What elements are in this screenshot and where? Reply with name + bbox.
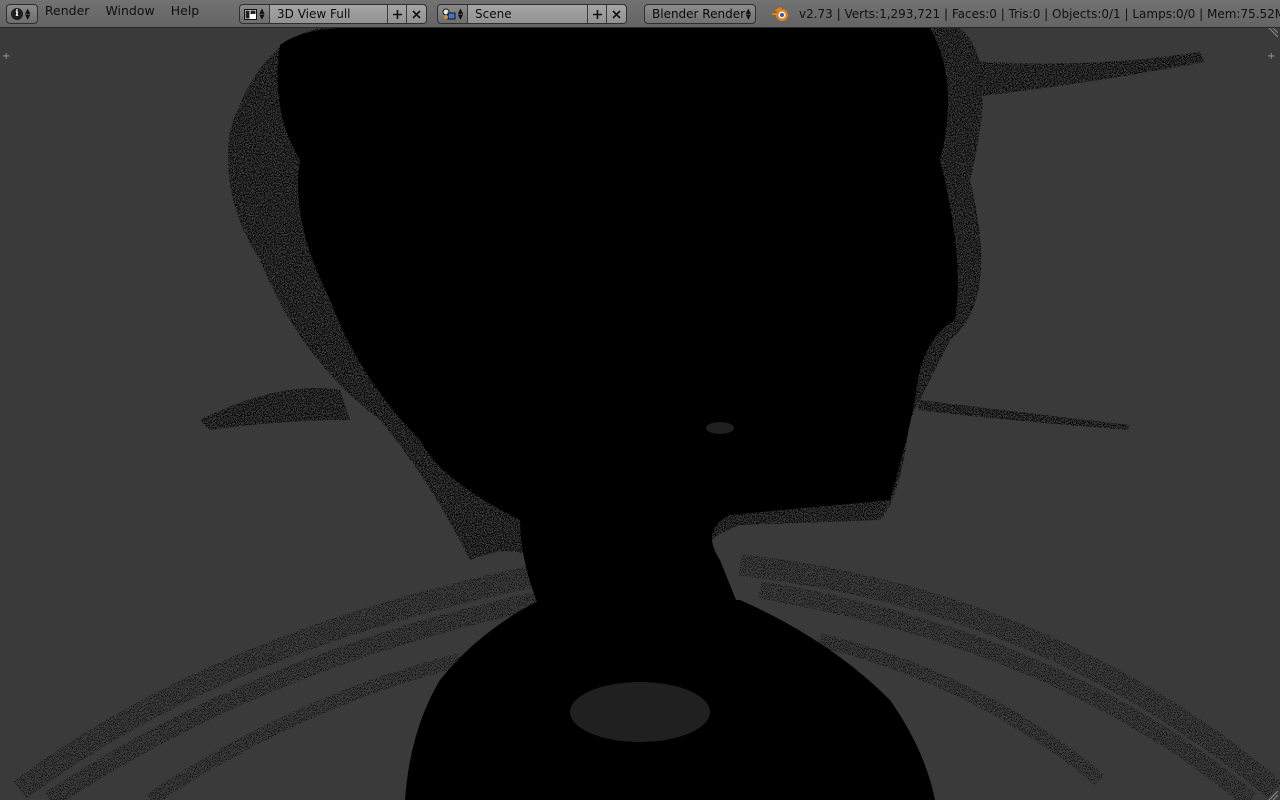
up-down-arrows-icon: ▲ ▼	[25, 7, 31, 21]
blender-logo-icon	[772, 7, 788, 21]
scene-name[interactable]: Scene	[468, 5, 588, 23]
menu-help[interactable]: Help	[163, 3, 208, 18]
add-screen-button[interactable]	[388, 5, 407, 23]
plus-icon	[392, 9, 402, 19]
info-icon: i	[11, 8, 23, 20]
scene-browse[interactable]: ▲ ▼	[438, 5, 468, 23]
up-down-arrows-icon: ▲ ▼	[745, 7, 751, 21]
delete-screen-button[interactable]	[407, 5, 426, 23]
screen-layout-selector: ▲ ▼ 3D View Full	[239, 4, 427, 24]
plus-icon	[592, 9, 602, 19]
menu-window[interactable]: Window	[97, 3, 162, 18]
point-cloud	[13, 28, 1280, 800]
close-icon	[612, 9, 621, 19]
scene-selector: ▲ ▼ Scene	[437, 4, 627, 24]
render-engine-label: Blender Render	[652, 7, 746, 21]
screen-layout-icon	[244, 8, 258, 20]
render-engine-selector[interactable]: Blender Render ▲ ▼	[644, 4, 756, 24]
screen-layout-browse[interactable]: ▲ ▼	[240, 5, 270, 23]
scene-statistics: v2.73 | Verts:1,293,721 | Faces:0 | Tris…	[799, 7, 1280, 21]
3d-viewport[interactable]: + +	[0, 28, 1280, 800]
up-down-arrows-icon: ▲ ▼	[259, 7, 265, 21]
editor-type-selector[interactable]: i ▲ ▼	[6, 4, 38, 24]
scene-icon	[442, 8, 456, 20]
info-header: i ▲▼ File Render Window Help ▲▼ 3D View …	[0, 0, 1280, 28]
area-region-toggle-left[interactable]: +	[2, 52, 10, 62]
area-region-toggle-right[interactable]: +	[1267, 52, 1275, 62]
close-icon	[412, 9, 421, 19]
area-split-corner-icon[interactable]	[1266, 788, 1278, 800]
area-split-corner-icon[interactable]	[1266, 28, 1278, 40]
menu-render[interactable]: Render	[37, 3, 98, 18]
delete-scene-button[interactable]	[607, 5, 626, 23]
up-down-arrows-icon: ▲ ▼	[457, 7, 464, 21]
add-scene-button[interactable]	[588, 5, 607, 23]
screen-layout-name[interactable]: 3D View Full	[270, 5, 388, 23]
